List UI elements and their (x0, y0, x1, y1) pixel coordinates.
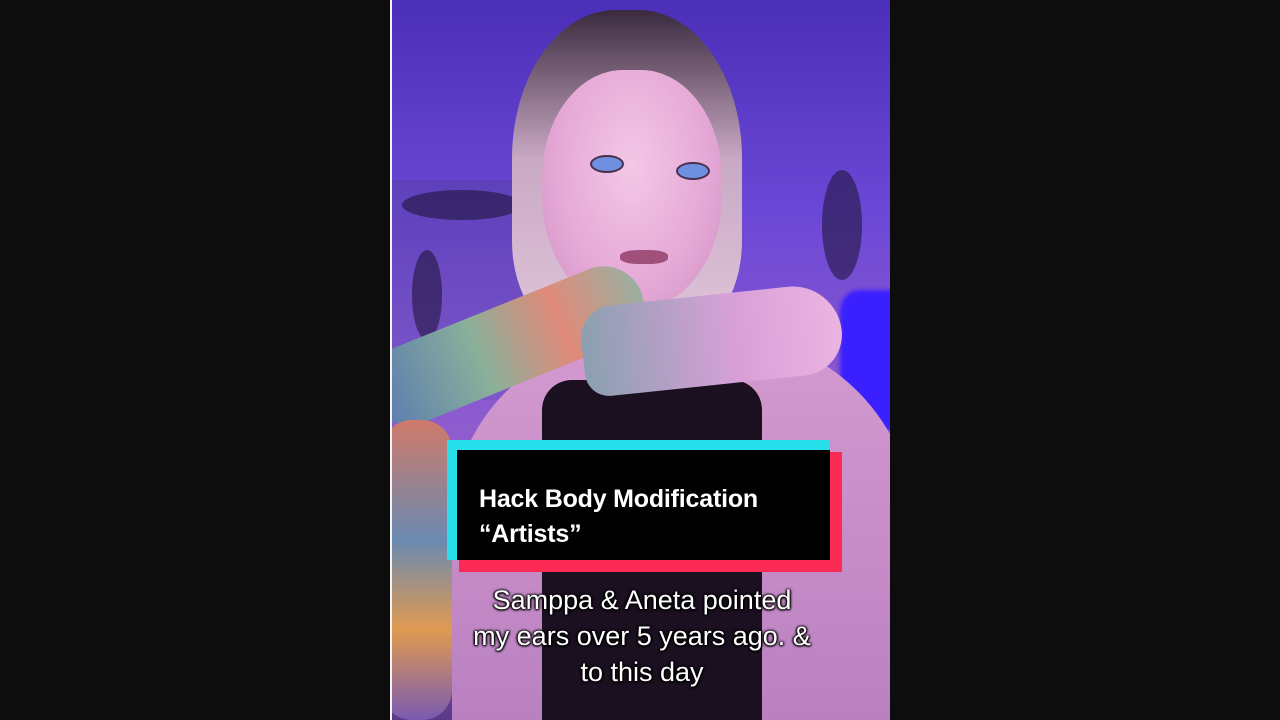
title-line-1: Hack Body Modification (479, 485, 758, 513)
caption-line-2: my ears over 5 years ago. & (473, 621, 811, 651)
title-card-box: Hack Body Modification “Artists” (457, 450, 830, 560)
person-right-eye (676, 162, 710, 180)
person-mouth (620, 250, 668, 264)
title-card: Hack Body Modification “Artists” (447, 440, 842, 572)
caption-line-1: Samppa & Aneta pointed (492, 585, 792, 615)
video-caption: Samppa & Aneta pointed my ears over 5 ye… (392, 582, 890, 690)
background-vine-decoration (412, 250, 442, 340)
background-vine-decoration (822, 170, 862, 280)
person-left-eye (590, 155, 624, 173)
person-face (542, 70, 722, 310)
title-line-2: “Artists” (479, 520, 582, 548)
caption-line-3: to this day (580, 657, 704, 687)
background-vine-decoration (402, 190, 522, 220)
viewer-stage: Hack Body Modification “Artists” Samppa … (0, 0, 1280, 720)
video-frame[interactable]: Hack Body Modification “Artists” Samppa … (390, 0, 890, 720)
